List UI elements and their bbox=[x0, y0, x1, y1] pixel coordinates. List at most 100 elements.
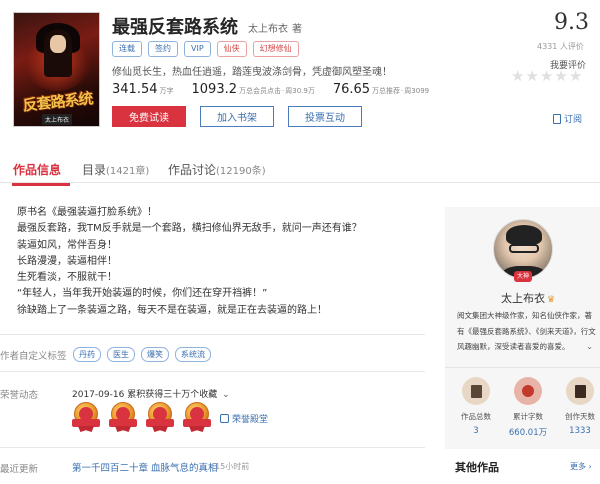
honor-entry[interactable]: 2017-09-16 累积获得三十万个收藏 ⌄ bbox=[72, 387, 230, 400]
stat-label: 累计字数 bbox=[513, 412, 543, 421]
cover-author: 太上布衣 bbox=[42, 114, 73, 125]
tab-label: 作品信息 bbox=[13, 163, 62, 177]
star-icon[interactable]: ★ bbox=[540, 69, 553, 84]
custom-tag[interactable]: 丹药 bbox=[73, 347, 101, 362]
more-works-link[interactable]: 更多 › bbox=[570, 461, 592, 472]
cover-title: 反套路系统 bbox=[21, 89, 94, 115]
book-cover[interactable]: 反套路系统 太上布衣 bbox=[13, 12, 100, 127]
book-tags: 连载 签约 VIP 仙侠 幻想修仙 bbox=[112, 41, 299, 57]
synopsis-line: 徐缺踏上了一条装逼之路，每天不是在装逼，就是正在去装逼的路上！ bbox=[17, 304, 327, 316]
works-count-stat: 作品总数 3 bbox=[457, 377, 495, 438]
words-icon bbox=[514, 377, 542, 405]
honor-date: 2017-09-16 bbox=[72, 390, 125, 400]
stat-sub: · bbox=[401, 87, 404, 95]
tag-fantasy-cultivation[interactable]: 幻想修仙 bbox=[252, 41, 299, 57]
honor-text: 累积获得三十万个收藏 bbox=[127, 390, 218, 400]
other-works-title: 其他作品 bbox=[455, 461, 499, 474]
book-title: 最强反套路系统 bbox=[112, 17, 238, 38]
medal-icon[interactable] bbox=[183, 402, 211, 434]
click-count-stat: 1093.2 万总会员点击 · 周30.9万 bbox=[192, 82, 315, 97]
tag-serial[interactable]: 连载 bbox=[112, 41, 142, 57]
subscribe-label: 订阅 bbox=[564, 115, 583, 125]
synopsis-line: 原书名《最强装逼打脸系统》！ bbox=[17, 207, 157, 218]
total-words-stat: 累计字数 660.01万 bbox=[509, 377, 547, 438]
custom-tag[interactable]: 系统流 bbox=[175, 347, 211, 362]
stat-value: 660.01万 bbox=[508, 428, 548, 438]
medal-icon[interactable] bbox=[146, 402, 174, 434]
stat-number: 341.54 bbox=[112, 82, 158, 97]
medal-icon[interactable] bbox=[72, 402, 100, 434]
star-icon[interactable]: ★ bbox=[554, 69, 567, 84]
custom-tags: 丹药 医生 爆笑 系统流 bbox=[73, 347, 211, 362]
author-card: 大神 太上布衣 ♛ 阅文集团大神级作家，知名仙侠作家，著有《最强反套路系统》、《剑… bbox=[445, 207, 600, 449]
section-divider bbox=[0, 334, 425, 335]
custom-tag[interactable]: 医生 bbox=[107, 347, 135, 362]
tab-bar: 作品信息 目录(1421章) 作品讨论(12190条) bbox=[0, 148, 600, 183]
add-shelf-button[interactable]: 加入书架 bbox=[200, 106, 274, 127]
author-bio-text: 阅文集团大神级作家，知名仙侠作家，著有《最强反套路系统》、《剑来天道》，行文风趣… bbox=[457, 311, 596, 351]
honor-label: 荣誉动态 bbox=[0, 390, 39, 401]
score-count: 4331 人评价 bbox=[537, 42, 584, 51]
avatar[interactable] bbox=[493, 219, 553, 279]
stat-number: 1093.2 bbox=[191, 82, 238, 97]
stat-weekly: 周30.9万 bbox=[285, 87, 315, 95]
tag-signed[interactable]: 签约 bbox=[148, 41, 178, 57]
medal-icon[interactable] bbox=[109, 402, 137, 434]
subscribe-button[interactable]: 订阅 bbox=[553, 112, 582, 125]
author-line: 太上布衣著 bbox=[248, 20, 306, 35]
tag-vip[interactable]: VIP bbox=[184, 41, 211, 57]
star-icon[interactable]: ★ bbox=[511, 69, 524, 84]
stat-weekly: 周3099 bbox=[404, 87, 430, 95]
book-intro: 修仙觅长生，热血任逍遥，踏莲曳波涤剑骨，凭虚御风塑圣魂！ bbox=[112, 67, 392, 78]
calendar-icon bbox=[566, 377, 594, 405]
synopsis-line: 装逼如风，常伴吾身！ bbox=[17, 239, 117, 251]
author-level-badge: 大神 bbox=[514, 271, 532, 282]
stat-unit: 万总会员点击 bbox=[239, 87, 281, 95]
synopsis-line: 长路漫漫，装逼相伴！ bbox=[17, 255, 117, 267]
free-read-button[interactable]: 免费试读 bbox=[112, 106, 186, 127]
word-count-stat: 341.54 万字 bbox=[112, 82, 174, 97]
custom-tags-label: 作者自定义标签 bbox=[0, 351, 67, 362]
stat-unit: 万字 bbox=[159, 87, 174, 95]
latest-chapter-link[interactable]: 第一千四百二十章 血脉气息的真相 bbox=[72, 460, 218, 474]
rating-stars[interactable]: ★ ★ ★ ★ ★ bbox=[511, 69, 582, 84]
tab-count: (12190条) bbox=[216, 166, 266, 177]
tab-info[interactable]: 作品信息 bbox=[13, 161, 61, 178]
stat-number: 76.65 bbox=[332, 82, 371, 97]
tab-catalog[interactable]: 目录(1421章) bbox=[82, 161, 149, 178]
score-value: 9.3 bbox=[554, 10, 589, 35]
trophy-icon bbox=[220, 413, 229, 423]
tab-count: (1421章) bbox=[106, 166, 150, 177]
tab-discussion[interactable]: 作品讨论(12190条) bbox=[168, 161, 266, 178]
section-divider bbox=[0, 447, 425, 448]
honor-hall-link[interactable]: 荣誉殿堂 bbox=[220, 412, 268, 425]
author-name-text: 太上布衣 bbox=[501, 292, 545, 305]
tab-label: 目录 bbox=[82, 163, 107, 177]
stat-label: 作品总数 bbox=[461, 412, 491, 421]
action-buttons: 免费试读 加入书架 投票互动 bbox=[112, 106, 362, 127]
synopsis-line: 最强反套路，我TM反手就是一个套路，横扫修仙界无敌手，就问一声还有谁？ bbox=[17, 223, 362, 235]
chevron-down-icon[interactable]: ⌄ bbox=[222, 390, 230, 400]
book-detail-page: 反套路系统 太上布衣 最强反套路系统 太上布衣著 连载 签约 VIP 仙侠 幻想… bbox=[0, 0, 600, 484]
vote-button[interactable]: 投票互动 bbox=[288, 106, 362, 127]
tab-label: 作品讨论 bbox=[168, 163, 217, 177]
honor-hall-label: 荣誉殿堂 bbox=[232, 414, 269, 425]
tag-xianxia[interactable]: 仙侠 bbox=[216, 41, 247, 57]
stat-unit: 万总推荐 bbox=[372, 87, 401, 95]
cover-face bbox=[50, 35, 66, 53]
custom-tag[interactable]: 爆笑 bbox=[141, 347, 169, 362]
synopsis-line: 生死看淡，不服就干！ bbox=[17, 272, 117, 284]
author-name[interactable]: 太上布衣 ♛ bbox=[501, 290, 555, 306]
stat-sub: · bbox=[282, 87, 285, 95]
star-icon[interactable]: ★ bbox=[569, 69, 582, 84]
update-time: · 15小时前 bbox=[210, 462, 250, 471]
synopsis: 原书名《最强装逼打脸系统》！ 最强反套路，我TM反手就是一个套路，横扫修仙界无敌… bbox=[17, 205, 362, 319]
section-divider bbox=[0, 371, 425, 372]
star-icon[interactable]: ★ bbox=[525, 69, 538, 84]
chevron-down-icon[interactable]: ⌄ bbox=[586, 339, 593, 355]
crown-icon: ♛ bbox=[547, 295, 556, 305]
author-suffix: 著 bbox=[292, 24, 302, 35]
active-tab-indicator bbox=[12, 183, 70, 186]
books-icon bbox=[462, 377, 490, 405]
author-link[interactable]: 太上布衣 bbox=[248, 24, 288, 35]
